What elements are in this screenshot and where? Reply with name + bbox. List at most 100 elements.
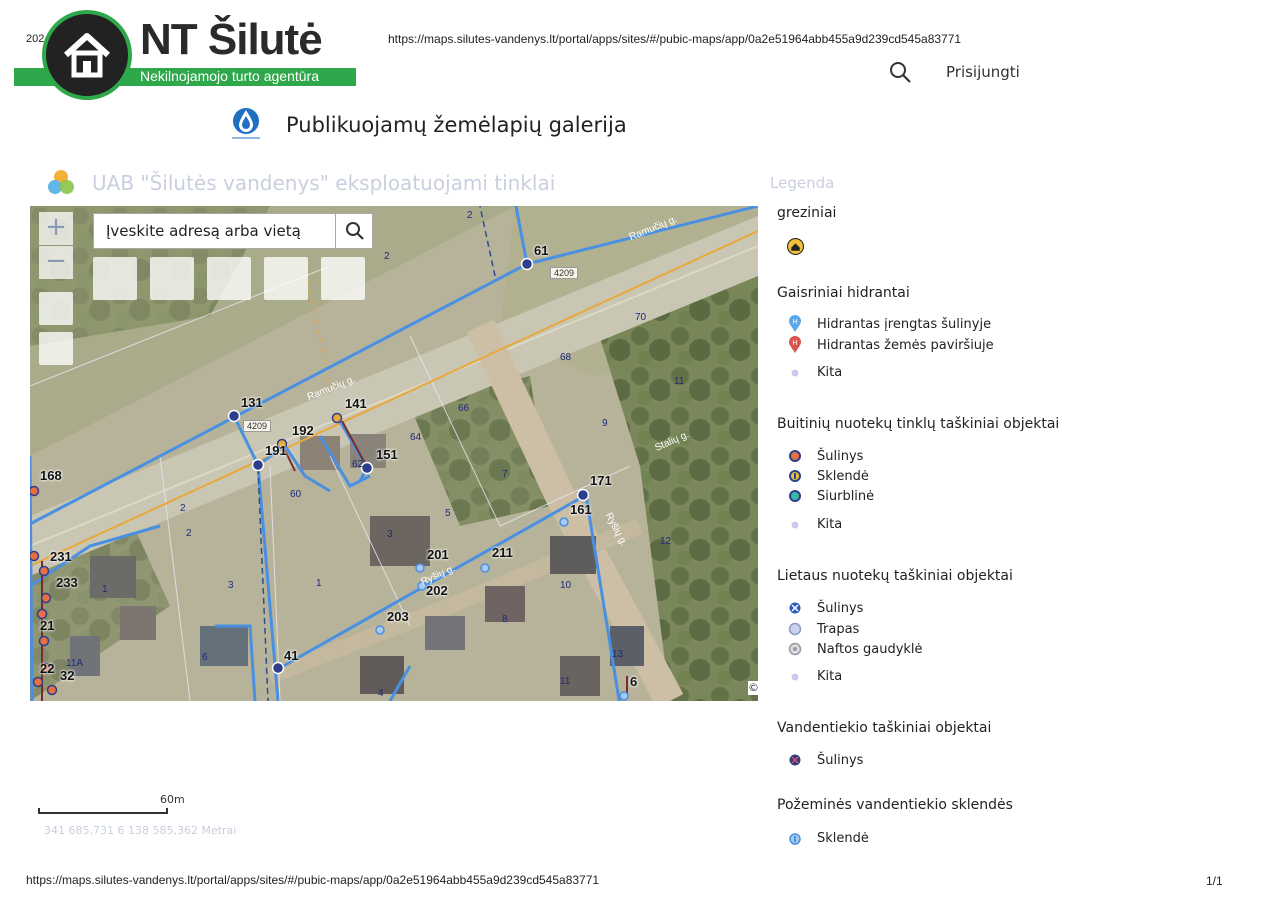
map-label: 201	[427, 547, 449, 562]
water-drop-logo	[232, 108, 260, 139]
map-search-input[interactable]	[94, 214, 335, 248]
legend-group-title: Buitinių nuotekų tinklų taškiniai objekt…	[777, 416, 1060, 432]
map-label: 168	[40, 468, 62, 483]
parcel-label: 9	[602, 418, 608, 429]
legend-panel: Legenda greziniai Gaisriniai hidrantai H…	[760, 160, 1060, 860]
parcel-label: 60	[290, 489, 302, 500]
home-button[interactable]	[39, 292, 73, 325]
legend-tool-button[interactable]	[207, 257, 251, 300]
logo-tagline: Nekilnojamojo turto agentūra	[140, 68, 319, 84]
parcel-label: 11	[560, 676, 571, 687]
parcel-label: 2	[186, 528, 192, 539]
legend-group-title: Lietaus nuotekų taškiniai objektai	[777, 568, 1013, 584]
map-label: 32	[60, 668, 75, 683]
parcel-label: 66	[458, 403, 470, 414]
map-search-box[interactable]	[93, 213, 373, 249]
map-search-button[interactable]	[335, 214, 373, 248]
oil-separator-icon	[788, 642, 802, 656]
parcel-label: 3	[387, 529, 393, 540]
map-view[interactable]: 61 131 141 192 191 151 168 171 161 201 2…	[30, 206, 758, 701]
nt-silute-logo: Nekilnojamojo turto agentūra NT Šilutė	[14, 10, 358, 100]
parcel-label: 62	[352, 459, 364, 470]
parcel-label: 70	[635, 312, 647, 323]
map-label: 21	[40, 618, 55, 633]
parcel-label: 5	[445, 508, 451, 519]
map-label: 211	[492, 545, 513, 560]
house-icon	[63, 33, 111, 78]
parcel-label: 2	[384, 251, 390, 262]
underground-valve-icon	[789, 833, 801, 845]
parcel-label: 64	[410, 432, 422, 443]
svg-text:H: H	[792, 340, 797, 347]
scale-bar	[38, 808, 168, 814]
legend-group-title: Požeminės vandentiekio sklendės	[777, 797, 1013, 813]
other-dot-icon	[791, 673, 799, 681]
layer-list-tool-button[interactable]	[150, 257, 194, 300]
legend-group-title: greziniai	[777, 205, 837, 221]
layers-icon	[48, 170, 74, 194]
legend-item-label: Trapas	[817, 622, 860, 637]
signin-link[interactable]: Prisijungti	[946, 63, 1020, 81]
parcel-label: 10	[560, 580, 572, 591]
map-label: 151	[376, 447, 398, 462]
parcel-label: 6	[202, 652, 208, 663]
app-title: UAB "Šilutės vandenys" eksploatuojami ti…	[92, 171, 556, 195]
pump-station-icon	[789, 490, 801, 502]
print-page-number: 1/1	[1206, 874, 1223, 888]
map-label: 41	[284, 648, 299, 663]
logo-name: NT Šilutė	[140, 15, 323, 64]
logo-circle	[42, 10, 132, 100]
attribution-icon[interactable]: ©	[748, 681, 758, 695]
map-label: 233	[56, 575, 78, 590]
print-url-top: https://maps.silutes-vandenys.lt/portal/…	[388, 32, 962, 46]
hydrant-surface-icon: H	[789, 336, 801, 353]
parcel-label: 12	[660, 536, 672, 547]
map-label: 203	[387, 609, 409, 624]
other-dot-icon	[791, 521, 799, 529]
map-label: 191	[265, 443, 287, 458]
legend-group-title: Vandentiekio taškiniai objektai	[777, 720, 992, 736]
sewer-valve-icon	[789, 470, 801, 482]
well-house-icon	[787, 238, 804, 255]
legend-item-label: Kita	[817, 517, 843, 532]
parcel-label: 4	[378, 688, 384, 699]
parcel-label: 11	[674, 376, 685, 387]
search-icon[interactable]	[888, 60, 912, 84]
legend-item-label: Sklendė	[817, 469, 869, 484]
map-label: 61	[534, 243, 549, 258]
legend-item-label: Naftos gaudyklė	[817, 642, 923, 657]
map-label: 161	[570, 502, 592, 517]
measure-tool-button[interactable]	[264, 257, 308, 300]
parcel-label: 8	[502, 614, 508, 625]
legend-item-label: Sklendė	[817, 831, 869, 846]
legend-item-label: Hidrantas žemės paviršiuje	[817, 338, 994, 353]
parcel-label: 1	[102, 584, 108, 595]
parcel-label: 68	[560, 352, 572, 363]
svg-text:H: H	[792, 319, 797, 326]
basemap-tool-button[interactable]	[93, 257, 137, 300]
print-tool-button[interactable]	[321, 257, 365, 300]
trap-icon	[788, 622, 802, 636]
search-icon	[346, 222, 364, 240]
legend-item-label: Kita	[817, 669, 843, 684]
parcel-label: 11A	[66, 658, 84, 669]
map-label: 22	[40, 661, 55, 676]
parcel-label: 2	[467, 210, 473, 221]
water-manhole-icon	[789, 754, 801, 766]
zoom-in-button[interactable]: +	[39, 212, 73, 245]
coordinates-readout: 341 685,731 6 138 585,362 Metrai	[44, 824, 237, 837]
map-label: 171	[590, 473, 612, 488]
map-label: 231	[50, 549, 72, 564]
storm-manhole-icon	[789, 602, 801, 614]
legend-item-label: Siurblinė	[817, 489, 875, 504]
gallery-title: Publikuojamų žemėlapių galerija	[286, 113, 627, 137]
map-label: 6	[630, 674, 638, 689]
map-label: 131	[241, 395, 263, 410]
road-sign: 4209	[243, 420, 272, 432]
locate-button[interactable]	[39, 332, 73, 365]
parcel-label: 2	[180, 503, 186, 514]
legend-item-label: Hidrantas įrengtas šulinyje	[817, 317, 992, 332]
zoom-out-button[interactable]: −	[39, 246, 73, 279]
road-sign: 4209	[550, 267, 579, 279]
print-url-bottom: https://maps.silutes-vandenys.lt/portal/…	[26, 873, 600, 887]
